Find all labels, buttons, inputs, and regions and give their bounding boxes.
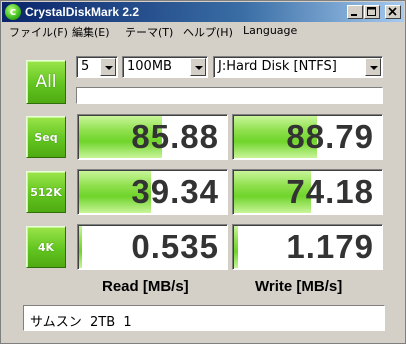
test-count-value: 5: [81, 59, 90, 74]
write-column-label: Write [MB/s]: [255, 278, 343, 295]
512k-write-result: 74.18: [232, 169, 383, 215]
app-icon: c: [5, 4, 21, 20]
close-button[interactable]: [385, 5, 401, 19]
menu-theme[interactable]: テーマ(T): [125, 24, 173, 40]
menu-language[interactable]: Language: [243, 24, 297, 37]
minimize-icon: [351, 14, 357, 16]
seq-button[interactable]: Seq: [26, 116, 66, 158]
dropdown-arrow-icon[interactable]: [100, 58, 116, 76]
drive-select[interactable]: J:Hard Disk [NTFS]: [213, 56, 383, 78]
seq-read-result: 85.88: [77, 114, 228, 160]
menu-file[interactable]: ファイル(F): [9, 24, 68, 40]
4k-write-value: 1.179: [286, 228, 374, 265]
dropdown-arrow-icon[interactable]: [365, 58, 381, 76]
close-icon: [388, 7, 397, 16]
512k-button[interactable]: 512K: [26, 171, 66, 213]
512k-write-value: 74.18: [286, 173, 374, 210]
menu-help[interactable]: ヘルプ(H): [183, 24, 233, 40]
test-size-value: 100MB: [127, 59, 172, 74]
4k-read-result: 0.535: [77, 224, 228, 270]
seq-write-result: 88.79: [232, 114, 383, 160]
4k-write-fill: [234, 226, 239, 268]
4k-read-value: 0.535: [131, 228, 219, 265]
seq-read-value: 85.88: [131, 118, 219, 155]
4k-read-fill: [79, 226, 82, 268]
progress-bar: [76, 87, 383, 104]
dropdown-arrow-icon[interactable]: [190, 58, 206, 76]
all-button[interactable]: All: [26, 60, 66, 104]
title-bar[interactable]: c CrystalDiskMark 2.2: [2, 2, 404, 22]
minimize-button[interactable]: [347, 5, 363, 19]
512k-read-value: 39.34: [131, 173, 219, 210]
4k-write-result: 1.179: [232, 224, 383, 270]
window-title: CrystalDiskMark 2.2: [25, 5, 140, 19]
maximize-icon: [367, 7, 376, 16]
test-count-select[interactable]: 5: [76, 56, 118, 78]
app-window: c CrystalDiskMark 2.2 ファイル(F) 編集(E) テーマ(…: [0, 0, 406, 344]
drive-value: J:Hard Disk [NTFS]: [218, 59, 337, 74]
512k-read-result: 39.34: [77, 169, 228, 215]
test-size-select[interactable]: 100MB: [122, 56, 208, 78]
maximize-button[interactable]: [364, 5, 380, 19]
seq-write-value: 88.79: [286, 118, 374, 155]
menu-bar: ファイル(F) 編集(E) テーマ(T) ヘルプ(H) Language: [2, 22, 404, 41]
comment-field[interactable]: サムスン 2TB 1: [23, 305, 385, 331]
read-column-label: Read [MB/s]: [102, 278, 189, 295]
menu-edit[interactable]: 編集(E): [72, 24, 110, 40]
4k-button[interactable]: 4K: [26, 226, 66, 268]
